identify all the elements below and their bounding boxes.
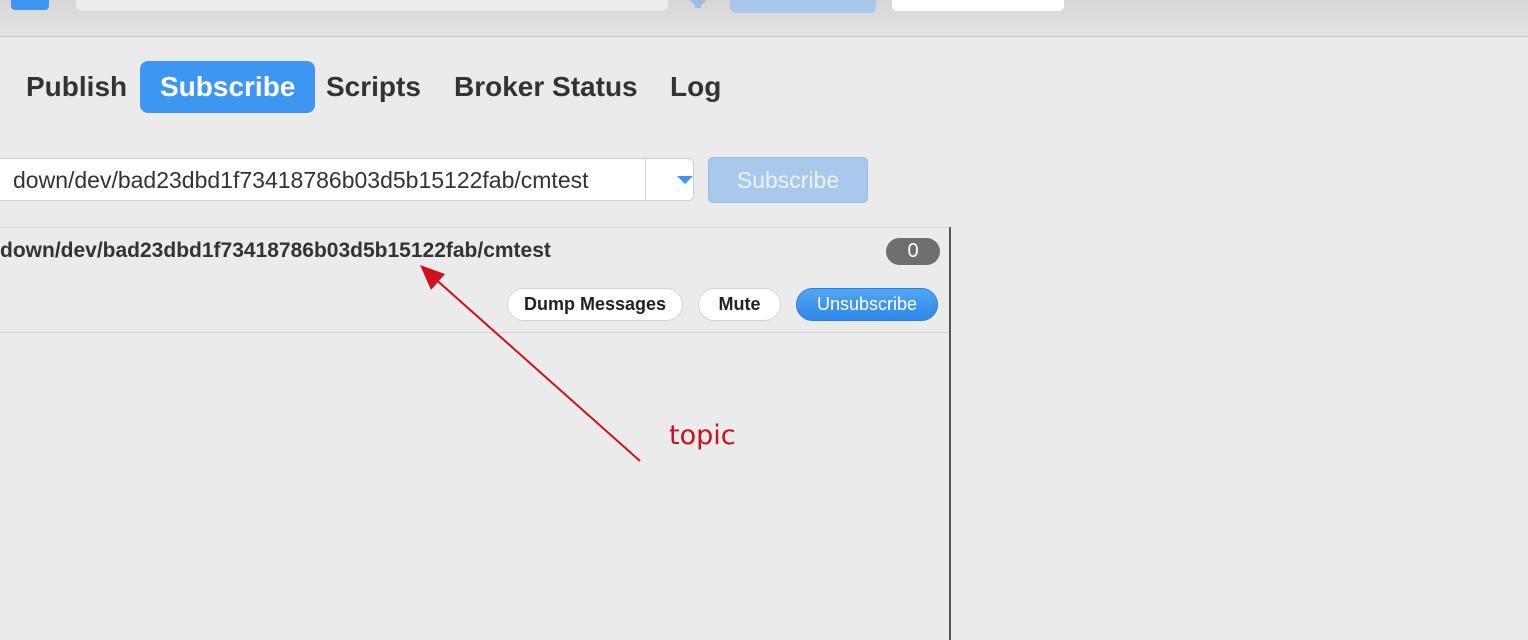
subscription-divider-top <box>0 227 950 228</box>
chevron-down-icon[interactable] <box>677 176 693 184</box>
message-count-badge: 0 <box>886 238 940 265</box>
dropdown-divider <box>645 159 646 200</box>
subscription-divider-bottom <box>0 332 949 333</box>
dump-messages-button[interactable]: Dump Messages <box>507 288 683 321</box>
tab-scripts[interactable]: Scripts <box>306 61 441 113</box>
unsubscribe-button[interactable]: Unsubscribe <box>796 288 938 321</box>
subscription-panel-border <box>949 227 951 640</box>
subscribe-button[interactable]: Subscribe <box>708 157 868 203</box>
menu-icon[interactable] <box>11 0 49 10</box>
tab-broker-status[interactable]: Broker Status <box>434 61 658 113</box>
tab-subscribe[interactable]: Subscribe <box>140 61 316 113</box>
mute-button[interactable]: Mute <box>698 288 781 321</box>
annotation-label: topic <box>669 420 736 451</box>
gear-icon[interactable] <box>682 0 714 10</box>
subscription-topic: down/dev/bad23dbd1f73418786b03d5b15122fa… <box>0 239 551 262</box>
tab-publish[interactable]: Publish <box>6 61 147 113</box>
top-toolbar <box>0 0 1528 37</box>
tab-log[interactable]: Log <box>650 61 741 113</box>
topic-input-value: down/dev/bad23dbd1f73418786b03d5b15122fa… <box>13 167 589 193</box>
broker-address-input[interactable] <box>76 0 668 11</box>
connection-profile-select[interactable] <box>892 0 1064 11</box>
topic-input[interactable]: down/dev/bad23dbd1f73418786b03d5b15122fa… <box>0 158 694 201</box>
connect-button[interactable] <box>730 0 876 13</box>
